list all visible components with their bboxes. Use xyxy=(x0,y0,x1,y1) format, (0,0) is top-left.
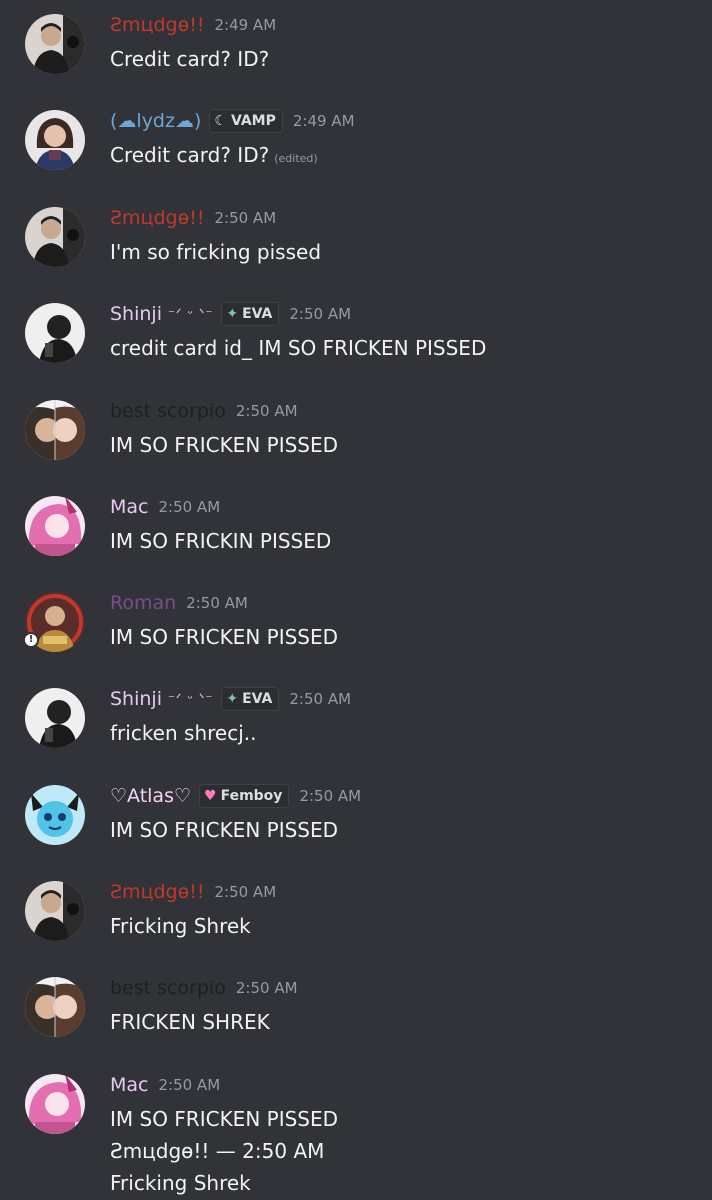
message-line: Ƨmцdgɵ!! — 2:50 AM xyxy=(110,1139,325,1163)
avatar[interactable] xyxy=(25,977,85,1037)
edited-label: (edited) xyxy=(274,152,318,165)
crescent-icon: ☾ xyxy=(214,113,227,129)
avatar[interactable] xyxy=(25,400,85,460)
username[interactable]: Mac xyxy=(110,496,148,518)
username[interactable]: Ƨmцdgɵ!! xyxy=(110,881,204,903)
username[interactable]: best scorpio xyxy=(110,977,226,999)
timestamp: 2:50 AM xyxy=(235,402,298,420)
timestamp: 2:50 AM xyxy=(214,883,277,901)
timestamp: 2:49 AM xyxy=(292,112,355,130)
role-tag: ✦ EVA xyxy=(221,687,280,711)
role-tag-label: EVA xyxy=(242,306,273,322)
avatar[interactable] xyxy=(25,881,85,941)
avatar[interactable] xyxy=(25,110,85,170)
name-decoration: ⁻ᐟ ᵕ ᐠ⁻ xyxy=(167,691,214,707)
alert-icon: ! xyxy=(25,634,37,646)
message-header: best scorpio 2:50 AM xyxy=(110,398,298,424)
timestamp: 2:49 AM xyxy=(214,16,277,34)
message-header: Shinji ⁻ᐟ ᵕ ᐠ⁻ ✦ EVA 2:50 AM xyxy=(110,301,351,327)
message-text: Credit card? ID? xyxy=(110,47,270,71)
username[interactable]: ♡Atlas♡ xyxy=(110,785,191,807)
timestamp: 2:50 AM xyxy=(289,690,352,708)
username[interactable]: Shinji xyxy=(110,303,162,325)
username[interactable]: (☁lydz☁) xyxy=(110,110,201,132)
name-decoration: ⁻ᐟ ᵕ ᐠ⁻ xyxy=(167,306,214,322)
role-tag-label: EVA xyxy=(242,691,273,707)
role-tag-label: VAMP xyxy=(230,113,276,129)
avatar[interactable] xyxy=(25,496,85,556)
message-line: IM SO FRICKEN PISSED xyxy=(110,1107,339,1131)
message-header: Mac 2:50 AM xyxy=(110,1072,220,1098)
message-text: FRICKEN SHREK xyxy=(110,1010,270,1034)
message-text: Fricking Shrek xyxy=(110,914,251,938)
message-text: IM SO FRICKEN PISSED xyxy=(110,818,339,842)
message-header: ♡Atlas♡ ♥ Femboy 2:50 AM xyxy=(110,783,361,809)
role-tag-label: Femboy xyxy=(220,788,283,804)
avatar[interactable] xyxy=(25,688,85,748)
message-text: IM SO FRICKEN PISSED xyxy=(110,625,339,649)
avatar[interactable] xyxy=(25,14,85,74)
heart-icon: ♥ xyxy=(204,788,217,804)
avatar[interactable] xyxy=(25,207,85,267)
avatar[interactable] xyxy=(25,1074,85,1134)
role-tag: ☾ VAMP xyxy=(209,109,283,133)
message-header: Roman 2:50 AM xyxy=(110,590,248,616)
avatar[interactable] xyxy=(25,785,85,845)
sparkle-icon: ✦ xyxy=(226,691,239,707)
message-header: (☁lydz☁) ☾ VAMP 2:49 AM xyxy=(110,108,355,134)
username[interactable]: Ƨmцdgɵ!! xyxy=(110,207,204,229)
message-text: Credit card? ID? xyxy=(110,143,270,167)
sparkle-icon: ✦ xyxy=(226,306,239,322)
username[interactable]: Ƨmцdgɵ!! xyxy=(110,14,204,36)
message-text: I'm so fricking pissed xyxy=(110,240,322,264)
message-header: Ƨmцdgɵ!! 2:50 AM xyxy=(110,205,276,231)
message-text: IM SO FRICKEN PISSED xyxy=(110,433,339,457)
status-badge: ! xyxy=(23,632,39,648)
timestamp: 2:50 AM xyxy=(158,1076,221,1094)
timestamp: 2:50 AM xyxy=(289,305,352,323)
message-text: IM SO FRICKEN PISSED Ƨmцdgɵ!! — 2:50 AM … xyxy=(110,1103,338,1199)
role-tag: ✦ EVA xyxy=(221,302,280,326)
message-text: IM SO FRICKIN PISSED xyxy=(110,529,332,553)
username[interactable]: Shinji xyxy=(110,688,162,710)
username[interactable]: best scorpio xyxy=(110,400,226,422)
message-header: Ƨmцdgɵ!! 2:50 AM xyxy=(110,879,276,905)
message-header: Ƨmцdgɵ!! 2:49 AM xyxy=(110,12,276,38)
timestamp: 2:50 AM xyxy=(235,979,298,997)
message-header: best scorpio 2:50 AM xyxy=(110,975,298,1001)
timestamp: 2:50 AM xyxy=(186,594,248,612)
message-header: Shinji ⁻ᐟ ᵕ ᐠ⁻ ✦ EVA 2:50 AM xyxy=(110,686,351,712)
timestamp: 2:50 AM xyxy=(158,498,221,516)
role-tag: ♥ Femboy xyxy=(199,784,290,808)
message-text-wrap: Credit card? ID? (edited) xyxy=(110,139,318,175)
timestamp: 2:50 AM xyxy=(214,209,277,227)
message-line: Fricking Shrek xyxy=(110,1171,251,1195)
username[interactable]: Mac xyxy=(110,1074,148,1096)
timestamp: 2:50 AM xyxy=(299,787,362,805)
message-text: credit card id_ IM SO FRICKEN PISSED xyxy=(110,336,487,360)
message-header: Mac 2:50 AM xyxy=(110,494,220,520)
message-text: fricken shrecj.. xyxy=(110,721,257,745)
avatar[interactable] xyxy=(25,303,85,363)
chat-message-list: Ƨmцdgɵ!! 2:49 AM Credit card? ID? (☁lydz… xyxy=(0,0,712,1200)
username[interactable]: Roman xyxy=(110,592,176,614)
